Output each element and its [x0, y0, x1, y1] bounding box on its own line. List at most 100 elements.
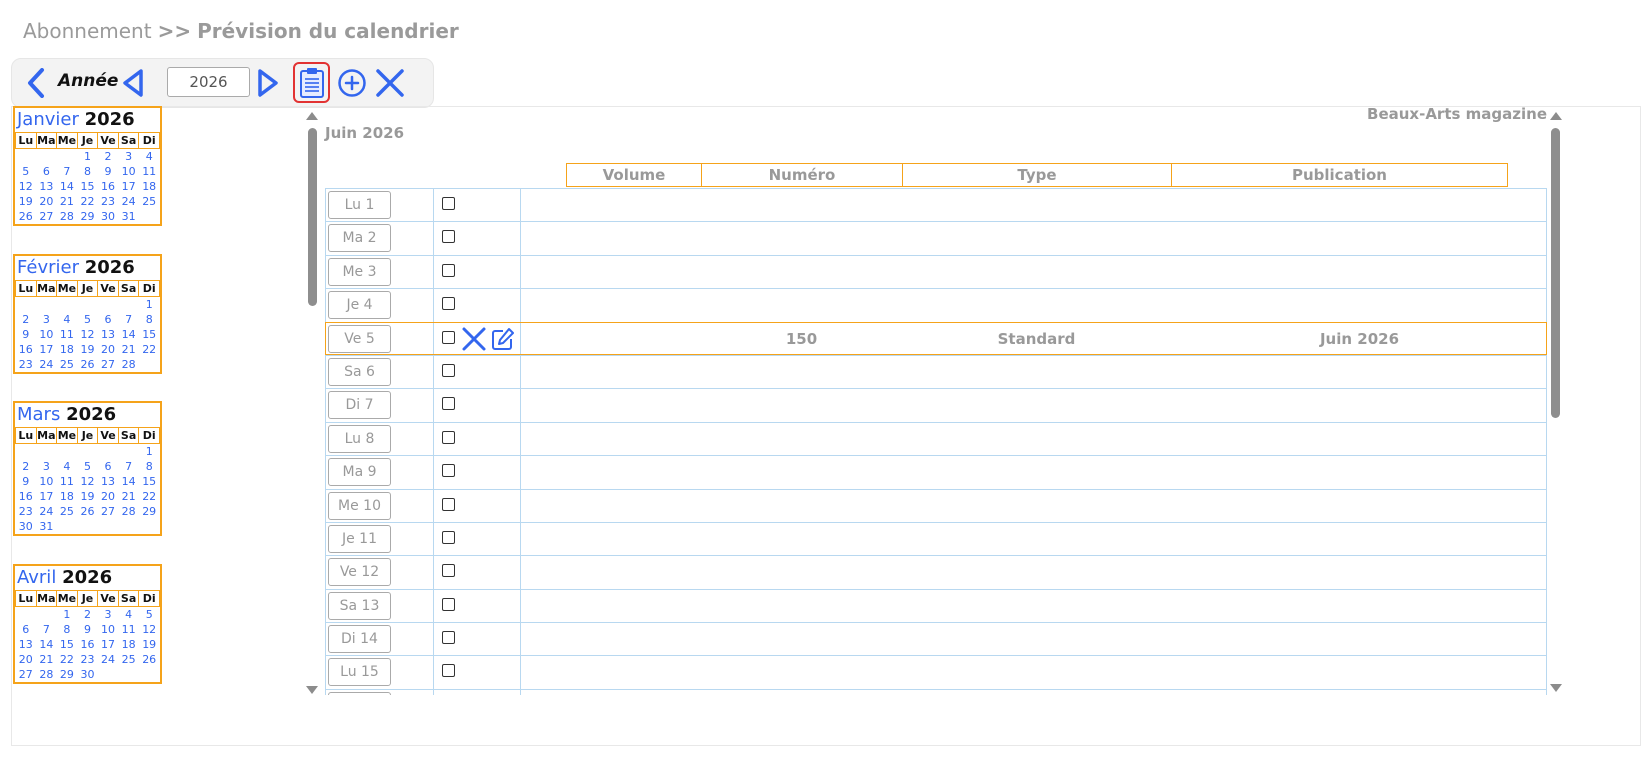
mini-calendar-day[interactable]: 24 — [118, 194, 139, 209]
mini-calendar-day[interactable]: 14 — [118, 474, 139, 489]
day-checkbox[interactable] — [442, 197, 455, 210]
mini-calendar-day[interactable]: 22 — [139, 489, 160, 504]
mini-calendar-day[interactable]: 1 — [77, 149, 98, 165]
day-checkbox[interactable] — [442, 530, 455, 544]
scroll-thumb[interactable] — [308, 128, 317, 306]
day-checkbox[interactable] — [442, 397, 455, 411]
mini-calendar-day[interactable]: 20 — [98, 489, 119, 504]
day-button[interactable]: Ma 9 — [328, 458, 391, 487]
day-button[interactable]: Di 14 — [328, 625, 391, 654]
mini-calendar-day[interactable]: 28 — [118, 504, 139, 519]
mini-calendar-day[interactable]: 11 — [57, 327, 78, 342]
day-button[interactable]: Ve 12 — [328, 558, 391, 587]
day-button[interactable]: Lu 1 — [328, 191, 391, 219]
mini-calendar-day[interactable]: 10 — [98, 622, 119, 637]
mini-calendar-day[interactable]: 31 — [36, 519, 57, 534]
mini-calendar-day[interactable]: 15 — [139, 474, 160, 489]
mini-calendar-day[interactable]: 13 — [98, 327, 119, 342]
day-checkbox[interactable] — [442, 597, 455, 611]
mini-calendar-day[interactable]: 25 — [118, 652, 139, 667]
mini-calendar-day[interactable]: 4 — [57, 312, 78, 327]
day-button[interactable]: Lu 8 — [328, 424, 391, 453]
scroll-down-arrow-icon[interactable] — [306, 686, 318, 694]
day-button[interactable]: Ma 16 — [328, 691, 391, 695]
mini-calendar-day[interactable]: 23 — [98, 194, 119, 209]
mini-calendar-title[interactable]: Janvier 2026 — [15, 108, 160, 132]
mini-calendar-day[interactable]: 1 — [139, 297, 160, 313]
mini-calendar-day[interactable]: 17 — [36, 342, 57, 357]
mini-calendar-day[interactable]: 5 — [77, 312, 98, 327]
mini-calendar-day[interactable]: 29 — [139, 504, 160, 519]
mini-calendar-day[interactable]: 25 — [57, 504, 78, 519]
mini-calendar-day[interactable]: 19 — [77, 342, 98, 357]
mini-calendar-day[interactable]: 20 — [98, 342, 119, 357]
mini-calendar-day[interactable]: 17 — [36, 489, 57, 504]
day-checkbox[interactable] — [442, 664, 455, 678]
previous-year-button[interactable] — [120, 67, 146, 99]
mini-calendar-day[interactable]: 5 — [16, 164, 37, 179]
mini-calendar-day[interactable]: 6 — [36, 164, 57, 179]
mini-calendar-day[interactable]: 12 — [139, 622, 160, 637]
mini-calendar-day[interactable]: 17 — [98, 637, 119, 652]
mini-calendar-day[interactable]: 30 — [98, 209, 119, 224]
mini-calendar-day[interactable]: 2 — [77, 607, 98, 623]
mini-calendar-day[interactable]: 4 — [139, 149, 160, 165]
mini-calendar-day[interactable]: 7 — [57, 164, 78, 179]
mini-calendar-day[interactable]: 2 — [98, 149, 119, 165]
mini-calendar-day[interactable]: 22 — [139, 342, 160, 357]
mini-calendar-day[interactable]: 16 — [98, 179, 119, 194]
mini-calendar-day[interactable]: 12 — [77, 474, 98, 489]
mini-calendar-day[interactable]: 24 — [98, 652, 119, 667]
mini-calendar-day[interactable]: 1 — [139, 444, 160, 460]
mini-calendar-day[interactable]: 16 — [16, 342, 37, 357]
mini-calendar-day[interactable]: 15 — [57, 637, 78, 652]
scroll-up-arrow-icon[interactable] — [1550, 112, 1562, 120]
day-button[interactable]: Me 10 — [328, 491, 391, 520]
day-grid-scrollbar[interactable] — [1550, 112, 1562, 692]
mini-calendar-day[interactable]: 27 — [98, 357, 119, 372]
day-checkbox[interactable] — [442, 330, 455, 344]
day-button[interactable]: Ve 5 — [328, 324, 391, 353]
mini-calendar-day[interactable]: 19 — [77, 489, 98, 504]
mini-calendar-day[interactable]: 15 — [77, 179, 98, 194]
mini-calendar-day[interactable]: 21 — [36, 652, 57, 667]
mini-calendar-day[interactable]: 21 — [118, 489, 139, 504]
mini-calendar-day[interactable]: 8 — [77, 164, 98, 179]
day-button[interactable]: Me 3 — [328, 257, 391, 286]
mini-calendar-day[interactable]: 30 — [77, 667, 98, 682]
mini-calendar-day[interactable]: 9 — [16, 474, 37, 489]
day-checkbox[interactable] — [442, 497, 455, 511]
day-button[interactable]: Je 11 — [328, 524, 391, 553]
mini-calendar-day[interactable]: 27 — [36, 209, 57, 224]
day-button[interactable]: Sa 13 — [328, 591, 391, 620]
day-button[interactable]: Lu 15 — [328, 658, 391, 687]
mini-calendar-day[interactable]: 5 — [139, 607, 160, 623]
scroll-thumb[interactable] — [1551, 128, 1560, 418]
day-checkbox[interactable] — [442, 564, 455, 578]
mini-calendar-day[interactable]: 12 — [16, 179, 37, 194]
mini-calendar-day[interactable]: 2 — [16, 312, 37, 327]
mini-calendar-day[interactable]: 23 — [16, 357, 37, 372]
mini-calendar-day[interactable]: 28 — [57, 209, 78, 224]
mini-calendar-day[interactable]: 27 — [16, 667, 37, 682]
day-checkbox[interactable] — [442, 230, 455, 244]
mini-calendar-day[interactable]: 7 — [118, 459, 139, 474]
day-checkbox[interactable] — [442, 464, 455, 478]
mini-calendar-day[interactable]: 4 — [57, 459, 78, 474]
mini-calendar-day[interactable]: 9 — [16, 327, 37, 342]
mini-calendar-day[interactable]: 5 — [77, 459, 98, 474]
edit-publication-button[interactable] — [490, 326, 516, 356]
mini-calendar-day[interactable]: 6 — [16, 622, 37, 637]
next-year-button[interactable] — [255, 67, 281, 99]
mini-calendar-day[interactable]: 21 — [118, 342, 139, 357]
mini-calendar-day[interactable]: 7 — [118, 312, 139, 327]
year-input[interactable] — [167, 67, 250, 97]
mini-calendar-day[interactable]: 10 — [36, 474, 57, 489]
mini-calendar-day[interactable]: 8 — [139, 459, 160, 474]
mini-calendar-day[interactable]: 19 — [139, 637, 160, 652]
mini-calendar-day[interactable]: 4 — [118, 607, 139, 623]
mini-calendar-day[interactable]: 23 — [77, 652, 98, 667]
mini-calendar-day[interactable]: 31 — [118, 209, 139, 224]
mini-calendar-day[interactable]: 11 — [57, 474, 78, 489]
mini-calendar-day[interactable]: 18 — [118, 637, 139, 652]
